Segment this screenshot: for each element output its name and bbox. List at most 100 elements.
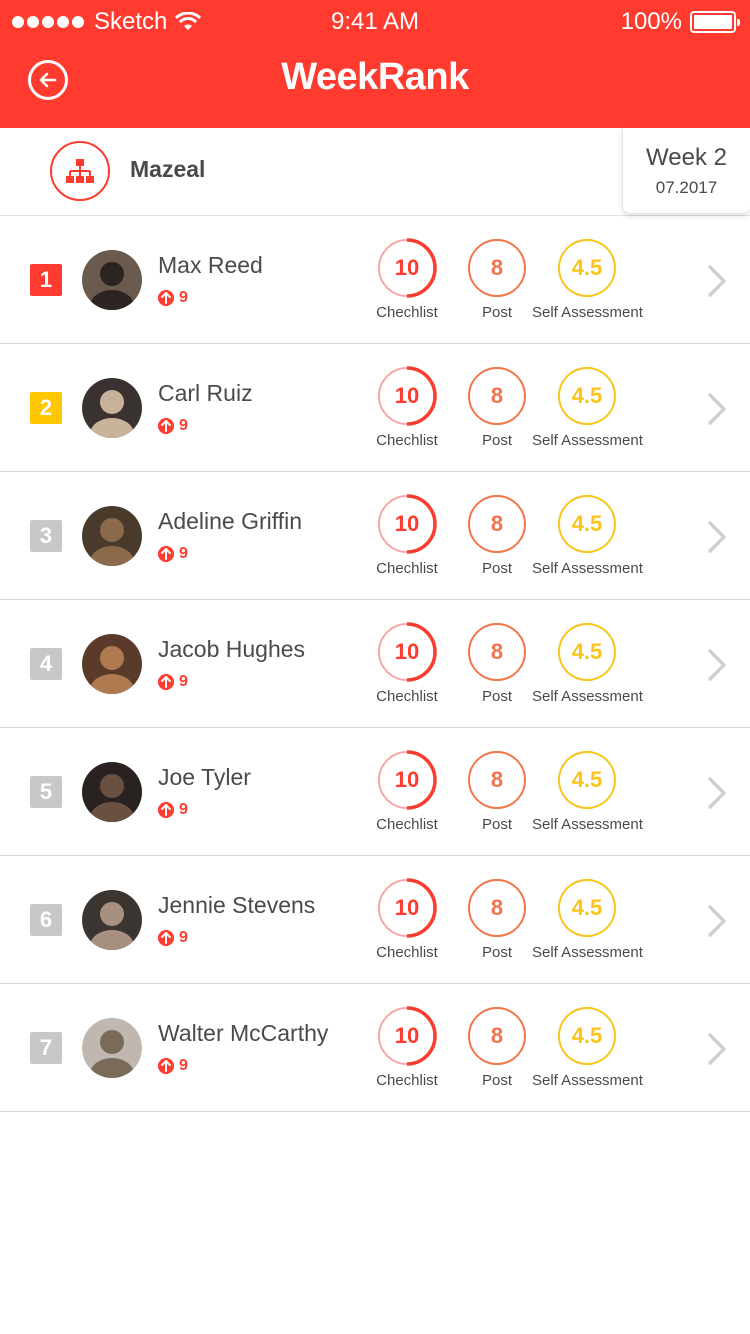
chevron-right-icon[interactable] — [706, 648, 728, 682]
post-ring: 8 — [467, 1006, 527, 1066]
post-value: 8 — [490, 255, 504, 280]
org-button[interactable] — [50, 141, 110, 201]
rank-badge: 5 — [30, 776, 62, 808]
chevron-right-icon[interactable] — [706, 392, 728, 426]
member-name: Jennie Stevens — [158, 892, 316, 918]
checklist-ring: 10 — [377, 1006, 437, 1066]
post-value: 8 — [490, 511, 504, 536]
rank-list: 1 Max Reed 9 10 Chechlist 8 Post 4.5 Sel… — [0, 216, 750, 1112]
trend-value: 9 — [179, 417, 188, 434]
checklist-ring: 10 — [377, 750, 437, 810]
battery-percent: 100% — [620, 8, 682, 35]
page-title: WeekRank — [281, 56, 469, 98]
self-assessment-value: 4.5 — [571, 1023, 603, 1048]
rank-badge: 2 — [30, 392, 62, 424]
chevron-right-icon[interactable] — [706, 264, 728, 298]
header-bar: Sketch 9:41 AM 100% WeekRank — [0, 0, 750, 128]
rank-badge: 1 — [30, 264, 62, 296]
self-assessment-value: 4.5 — [571, 511, 603, 536]
team-bar: Mazeal Week 2 07.2017 — [0, 128, 750, 216]
table-row[interactable]: 1 Max Reed 9 10 Chechlist 8 Post 4.5 Sel… — [0, 216, 750, 344]
table-row[interactable]: 6 Jennie Stevens 9 10 Chechlist 8 Post 4… — [0, 856, 750, 984]
post-value: 8 — [490, 639, 504, 664]
chevron-right-icon[interactable] — [706, 1032, 728, 1066]
self-assessment-ring: 4.5 — [557, 494, 617, 554]
self-assessment-label: Self Assessment — [532, 944, 643, 961]
self-assessment-value: 4.5 — [571, 639, 603, 664]
arrow-up-icon — [158, 802, 174, 818]
trend-indicator: 9 — [158, 289, 188, 307]
arrow-up-icon — [158, 1058, 174, 1074]
self-assessment-ring: 4.5 — [557, 750, 617, 810]
self-assessment-label: Self Assessment — [532, 560, 643, 577]
checklist-ring: 10 — [377, 878, 437, 938]
checklist-value: 10 — [394, 255, 420, 280]
trend-indicator: 9 — [158, 801, 188, 819]
trend-indicator: 9 — [158, 545, 188, 563]
post-ring: 8 — [467, 750, 527, 810]
post-value: 8 — [490, 383, 504, 408]
checklist-value: 10 — [394, 639, 420, 664]
arrow-up-icon — [158, 546, 174, 562]
self-assessment-label: Self Assessment — [532, 688, 643, 705]
arrow-up-icon — [158, 290, 174, 306]
org-chart-icon — [66, 159, 94, 183]
self-assessment-ring: 4.5 — [557, 238, 617, 298]
status-right: 100% — [620, 8, 740, 36]
trend-indicator: 9 — [158, 929, 188, 947]
avatar — [82, 250, 142, 310]
avatar — [82, 1018, 142, 1078]
trend-value: 9 — [179, 545, 188, 562]
self-assessment-value: 4.5 — [571, 767, 603, 792]
self-assessment-label: Self Assessment — [532, 432, 643, 449]
chevron-right-icon[interactable] — [706, 904, 728, 938]
member-name: Joe Tyler — [158, 764, 251, 790]
self-assessment-value: 4.5 — [571, 895, 603, 920]
checklist-ring: 10 — [377, 366, 437, 426]
checklist-value: 10 — [394, 767, 420, 792]
checklist-ring: 10 — [377, 622, 437, 682]
trend-value: 9 — [179, 289, 188, 306]
checklist-value: 10 — [394, 895, 420, 920]
rank-badge: 6 — [30, 904, 62, 936]
table-row[interactable]: 5 Joe Tyler 9 10 Chechlist 8 Post 4.5 Se… — [0, 728, 750, 856]
self-assessment-metric: 4.5 Self Assessment — [532, 750, 643, 833]
checklist-ring: 10 — [377, 238, 437, 298]
member-name: Jacob Hughes — [158, 636, 306, 662]
self-assessment-metric: 4.5 Self Assessment — [532, 366, 643, 449]
rank-badge: 4 — [30, 648, 62, 680]
avatar — [82, 506, 142, 566]
table-row[interactable]: 3 Adeline Griffin 9 10 Chechlist 8 Post … — [0, 472, 750, 600]
post-ring: 8 — [467, 494, 527, 554]
post-value: 8 — [490, 895, 504, 920]
self-assessment-label: Self Assessment — [532, 1072, 643, 1089]
checklist-value: 10 — [394, 511, 420, 536]
table-row[interactable]: 7 Walter McCarthy 9 10 Chechlist 8 Post … — [0, 984, 750, 1112]
self-assessment-label: Self Assessment — [532, 816, 643, 833]
checklist-value: 10 — [394, 383, 420, 408]
self-assessment-ring: 4.5 — [557, 622, 617, 682]
week-selector[interactable]: Week 2 07.2017 — [622, 128, 750, 214]
post-value: 8 — [490, 1023, 504, 1048]
trend-value: 9 — [179, 801, 188, 818]
arrow-up-icon — [158, 674, 174, 690]
post-ring: 8 — [467, 622, 527, 682]
chevron-right-icon[interactable] — [706, 520, 728, 554]
self-assessment-ring: 4.5 — [557, 1006, 617, 1066]
self-assessment-label: Self Assessment — [532, 304, 643, 321]
table-row[interactable]: 2 Carl Ruiz 9 10 Chechlist 8 Post 4.5 Se… — [0, 344, 750, 472]
chevron-right-icon[interactable] — [706, 776, 728, 810]
arrow-up-icon — [158, 418, 174, 434]
self-assessment-ring: 4.5 — [557, 878, 617, 938]
post-ring: 8 — [467, 366, 527, 426]
self-assessment-ring: 4.5 — [557, 366, 617, 426]
self-assessment-metric: 4.5 Self Assessment — [532, 878, 643, 961]
org-name: Mazeal — [130, 156, 206, 182]
post-value: 8 — [490, 767, 504, 792]
post-ring: 8 — [467, 238, 527, 298]
member-name: Carl Ruiz — [158, 380, 253, 406]
member-name: Adeline Griffin — [158, 508, 303, 534]
trend-value: 9 — [179, 1057, 188, 1074]
avatar — [82, 890, 142, 950]
table-row[interactable]: 4 Jacob Hughes 9 10 Chechlist 8 Post 4.5… — [0, 600, 750, 728]
